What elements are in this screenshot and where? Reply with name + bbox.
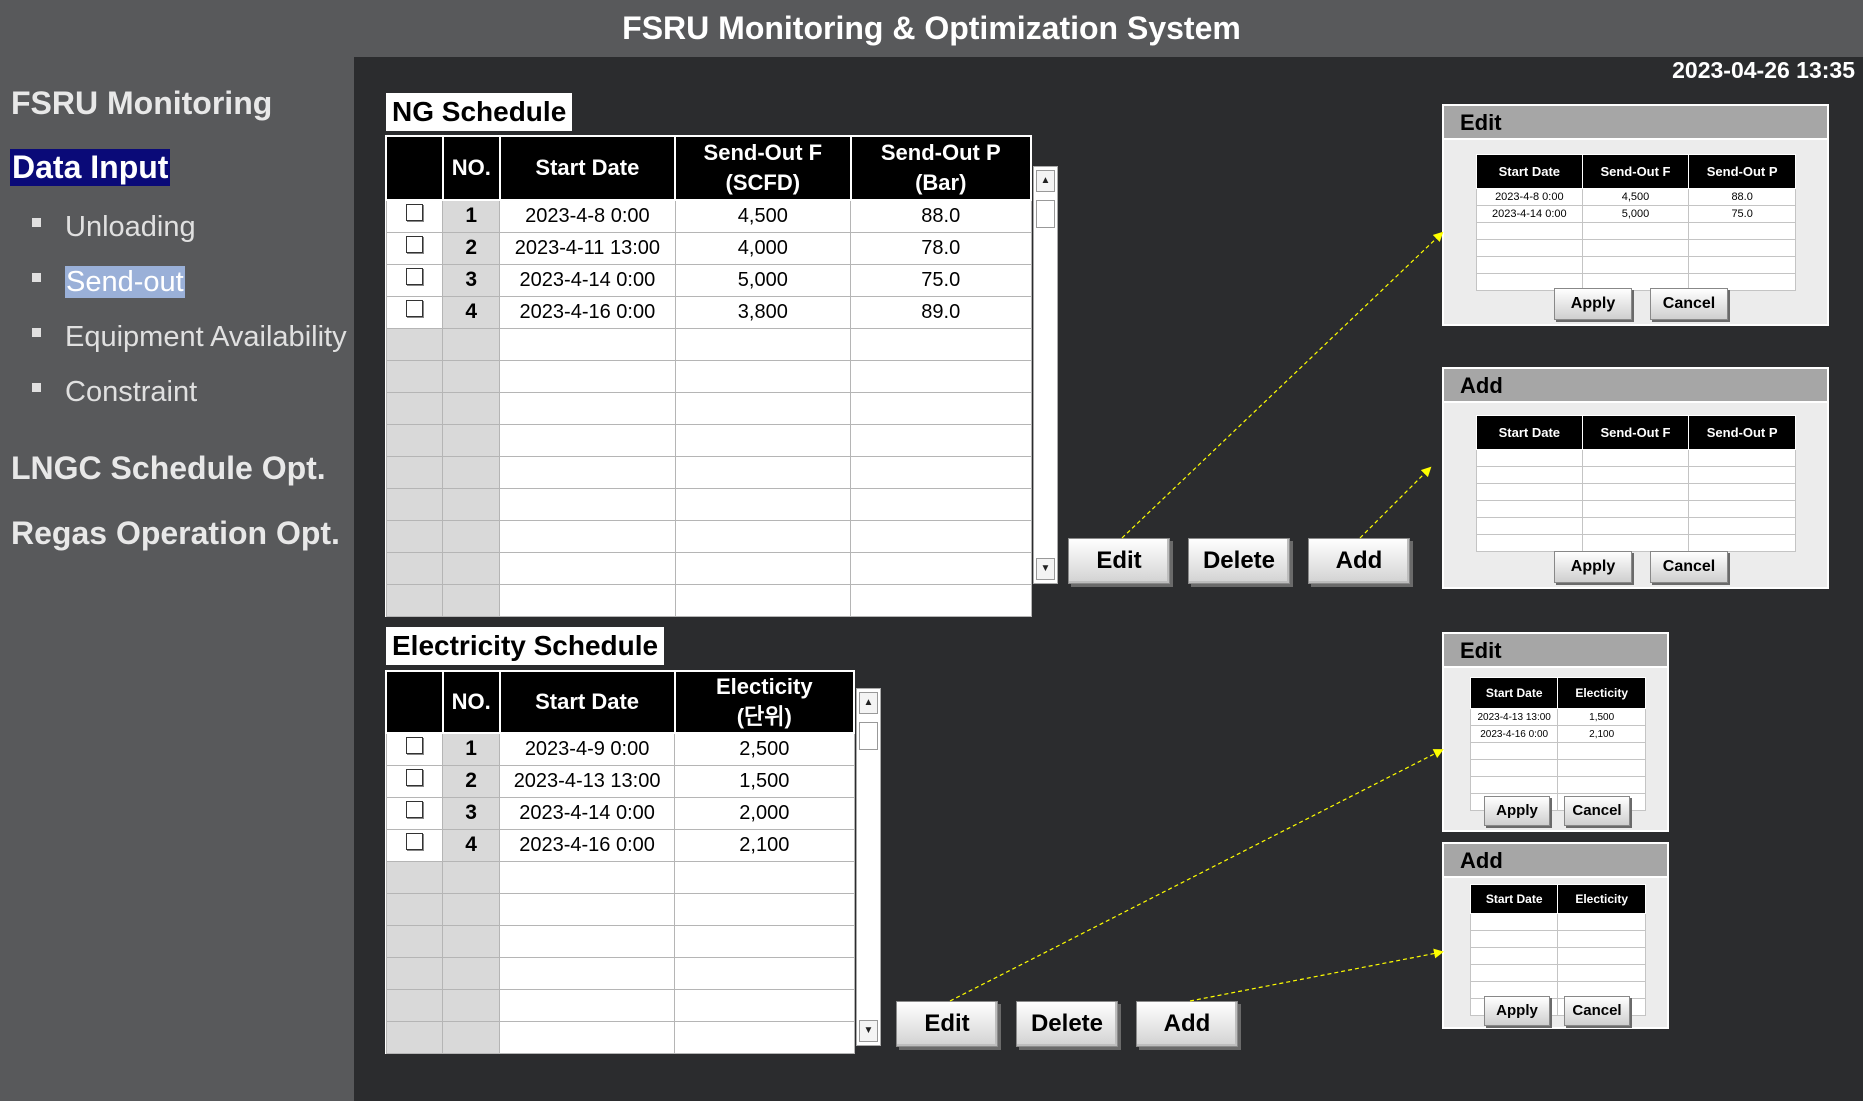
- ng-add-arrow: [1359, 466, 1432, 539]
- electricity-edit-arrow: [949, 749, 1444, 1002]
- flow-arrows: [949, 231, 1444, 1002]
- electricity-add-arrow: [1189, 948, 1444, 1002]
- ng-edit-arrow: [1121, 231, 1444, 539]
